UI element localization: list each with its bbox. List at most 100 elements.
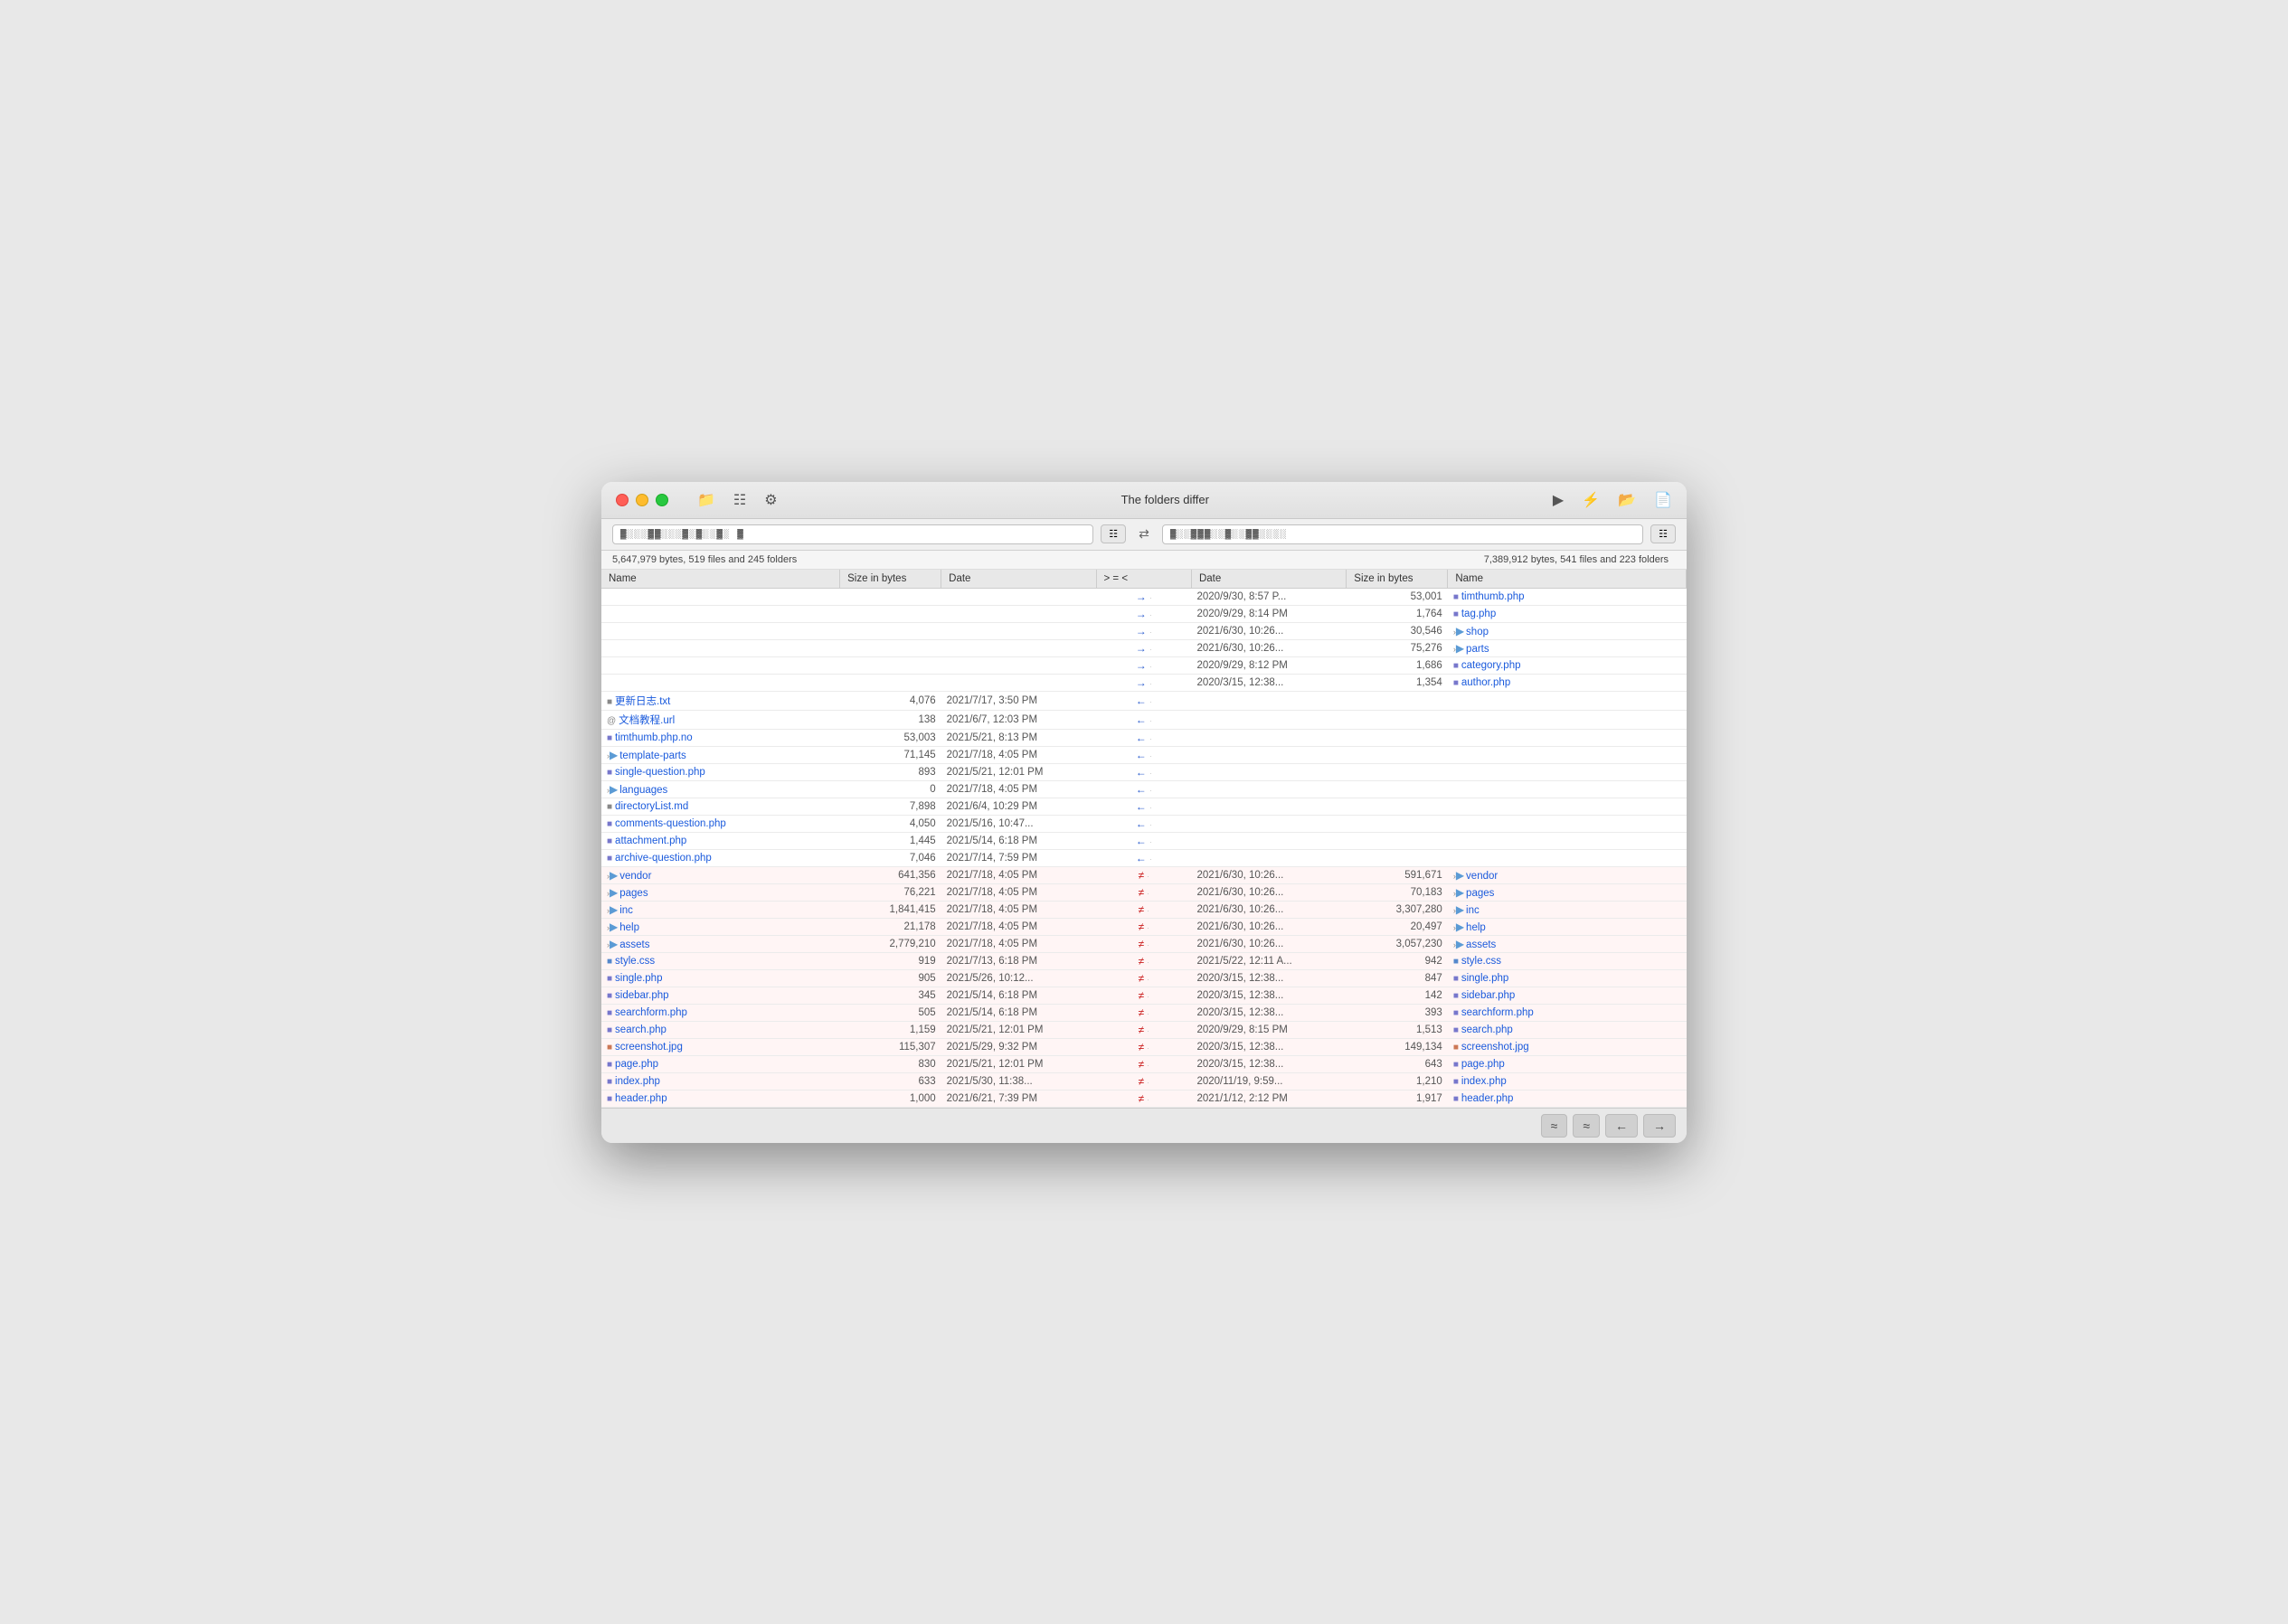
cell-right-size: 1,686 bbox=[1347, 656, 1448, 674]
fullscreen-button[interactable] bbox=[656, 494, 668, 506]
cell-left-size: 1,000 bbox=[840, 1090, 941, 1107]
right-stats: 7,389,912 bytes, 541 files and 223 folde… bbox=[1140, 554, 1676, 565]
cell-left-size: 4,076 bbox=[840, 691, 941, 710]
cell-right-name: ›▶vendor bbox=[1448, 866, 1687, 883]
col-header-right-size[interactable]: Size in bytes bbox=[1347, 570, 1448, 589]
cell-arrow: ≠ · bbox=[1096, 969, 1191, 987]
cell-right-name: ■style.css bbox=[1448, 952, 1687, 969]
cell-left-size bbox=[840, 674, 941, 691]
table-row: → · 2021/6/30, 10:26... 75,276 ›▶parts bbox=[601, 639, 1687, 656]
cell-left-size: 345 bbox=[840, 987, 941, 1004]
cell-arrow: ≠ · bbox=[1096, 1072, 1191, 1090]
table-row: ■index.php 633 2021/5/30, 11:38... ≠ · 2… bbox=[601, 1072, 1687, 1090]
cell-right-name bbox=[1448, 763, 1687, 780]
cell-right-size: 53,001 bbox=[1347, 588, 1448, 605]
cell-right-size: 149,134 bbox=[1347, 1038, 1448, 1055]
col-header-left-date[interactable]: Date bbox=[941, 570, 1096, 589]
cell-left-date: 2021/5/29, 9:32 PM bbox=[941, 1038, 1096, 1055]
cell-right-size: 847 bbox=[1347, 969, 1448, 987]
cell-arrow: ≠ · bbox=[1096, 1038, 1191, 1055]
cell-left-date: 2021/5/21, 8:13 PM bbox=[941, 729, 1096, 746]
cell-right-name: ›▶pages bbox=[1448, 883, 1687, 901]
folder-open-icon[interactable]: 📁 bbox=[697, 491, 715, 509]
cell-right-date: 2020/3/15, 12:38... bbox=[1191, 674, 1346, 691]
col-header-left-name[interactable]: Name bbox=[601, 570, 840, 589]
cell-left-name: ›▶languages bbox=[601, 780, 840, 798]
cell-right-size: 1,764 bbox=[1347, 605, 1448, 622]
col-header-right-name[interactable]: Name bbox=[1448, 570, 1687, 589]
cell-left-name bbox=[601, 656, 840, 674]
swap-button[interactable]: ⇄ bbox=[1133, 524, 1155, 543]
cell-right-name: ›▶assets bbox=[1448, 935, 1687, 952]
right-path-browse-button[interactable]: ☷ bbox=[1650, 524, 1676, 543]
play-icon[interactable]: ▶ bbox=[1553, 491, 1564, 509]
col-header-right-date[interactable]: Date bbox=[1191, 570, 1346, 589]
cell-left-date: 2021/7/18, 4:05 PM bbox=[941, 780, 1096, 798]
cell-left-size: 905 bbox=[840, 969, 941, 987]
left-path-browse-button[interactable]: ☷ bbox=[1101, 524, 1126, 543]
col-header-left-size[interactable]: Size in bytes bbox=[840, 570, 941, 589]
cell-left-size: 115,307 bbox=[840, 1038, 941, 1055]
table-row: ■single.php 905 2021/5/26, 10:12... ≠ · … bbox=[601, 969, 1687, 987]
table-row: ›▶help 21,178 2021/7/18, 4:05 PM ≠ · 202… bbox=[601, 918, 1687, 935]
lightning-icon[interactable]: ⚡ bbox=[1582, 491, 1600, 509]
cell-right-name: ■sidebar.php bbox=[1448, 987, 1687, 1004]
cell-right-size: 142 bbox=[1347, 987, 1448, 1004]
cell-arrow: ≠ · bbox=[1096, 901, 1191, 918]
cell-left-date: 2021/7/18, 4:05 PM bbox=[941, 883, 1096, 901]
cell-right-name: ■tag.php bbox=[1448, 605, 1687, 622]
list-icon[interactable]: ☷ bbox=[733, 491, 746, 509]
table-row: ■archive-question.php 7,046 2021/7/14, 7… bbox=[601, 849, 1687, 866]
right-path-input[interactable] bbox=[1162, 524, 1643, 544]
cell-right-name bbox=[1448, 832, 1687, 849]
nav-prev-button[interactable]: ← bbox=[1605, 1114, 1638, 1138]
cell-left-name: ■comments-question.php bbox=[601, 815, 840, 832]
cell-right-date bbox=[1191, 780, 1346, 798]
left-path-input[interactable] bbox=[612, 524, 1093, 544]
cell-left-date: 2021/6/7, 12:03 PM bbox=[941, 710, 1096, 729]
cell-arrow: → · bbox=[1096, 588, 1191, 605]
cell-arrow: ≠ · bbox=[1096, 918, 1191, 935]
cell-left-date: 2021/6/21, 7:39 PM bbox=[941, 1090, 1096, 1107]
cell-arrow: → · bbox=[1096, 622, 1191, 639]
file-table-container[interactable]: Name Size in bytes Date > = < Date Size … bbox=[601, 570, 1687, 1108]
table-row: ■screenshot.jpg 115,307 2021/5/29, 9:32 … bbox=[601, 1038, 1687, 1055]
nav-next-button[interactable]: → bbox=[1643, 1114, 1676, 1138]
right-toolbar-icons: ▶ ⚡ 📂 📄 bbox=[1553, 491, 1672, 509]
cell-left-name: ■single.php bbox=[601, 969, 840, 987]
cell-arrow: ← · bbox=[1096, 691, 1191, 710]
cell-arrow: ≠ · bbox=[1096, 1055, 1191, 1072]
gear-icon[interactable]: ⚙ bbox=[764, 491, 777, 509]
cell-left-name bbox=[601, 622, 840, 639]
cell-right-size: 20,497 bbox=[1347, 918, 1448, 935]
minimize-button[interactable] bbox=[636, 494, 648, 506]
table-row: ›▶vendor 641,356 2021/7/18, 4:05 PM ≠ · … bbox=[601, 866, 1687, 883]
cell-left-name bbox=[601, 588, 840, 605]
cell-right-name bbox=[1448, 729, 1687, 746]
cell-left-size: 505 bbox=[840, 1004, 941, 1021]
nav-button-1[interactable]: ≈ bbox=[1541, 1114, 1568, 1138]
close-button[interactable] bbox=[616, 494, 629, 506]
cell-right-name: ■timthumb.php bbox=[1448, 588, 1687, 605]
cell-arrow: → · bbox=[1096, 605, 1191, 622]
doc-icon[interactable]: 📄 bbox=[1654, 491, 1672, 509]
cell-right-size bbox=[1347, 691, 1448, 710]
cell-left-name: ■screenshot.jpg bbox=[601, 1038, 840, 1055]
cell-left-date: 2021/5/21, 12:01 PM bbox=[941, 1021, 1096, 1038]
table-row: ■searchform.php 505 2021/5/14, 6:18 PM ≠… bbox=[601, 1004, 1687, 1021]
cell-right-date: 2020/3/15, 12:38... bbox=[1191, 1038, 1346, 1055]
cell-left-name: ■更新日志.txt bbox=[601, 691, 840, 710]
folder-icon[interactable]: 📂 bbox=[1618, 491, 1636, 509]
cell-left-size: 0 bbox=[840, 780, 941, 798]
cell-arrow: → · bbox=[1096, 656, 1191, 674]
bottom-navigation-bar: ≈ ≈ ← → bbox=[601, 1108, 1687, 1143]
cell-right-name: ■header.php bbox=[1448, 1090, 1687, 1107]
cell-right-name: ›▶shop bbox=[1448, 622, 1687, 639]
cell-arrow: ≠ · bbox=[1096, 883, 1191, 901]
cell-right-date: 2020/9/29, 8:12 PM bbox=[1191, 656, 1346, 674]
cell-left-name: ■timthumb.php.no bbox=[601, 729, 840, 746]
cell-right-name: ■searchform.php bbox=[1448, 1004, 1687, 1021]
nav-button-2[interactable]: ≈ bbox=[1573, 1114, 1600, 1138]
cell-left-size: 53,003 bbox=[840, 729, 941, 746]
cell-left-size bbox=[840, 588, 941, 605]
